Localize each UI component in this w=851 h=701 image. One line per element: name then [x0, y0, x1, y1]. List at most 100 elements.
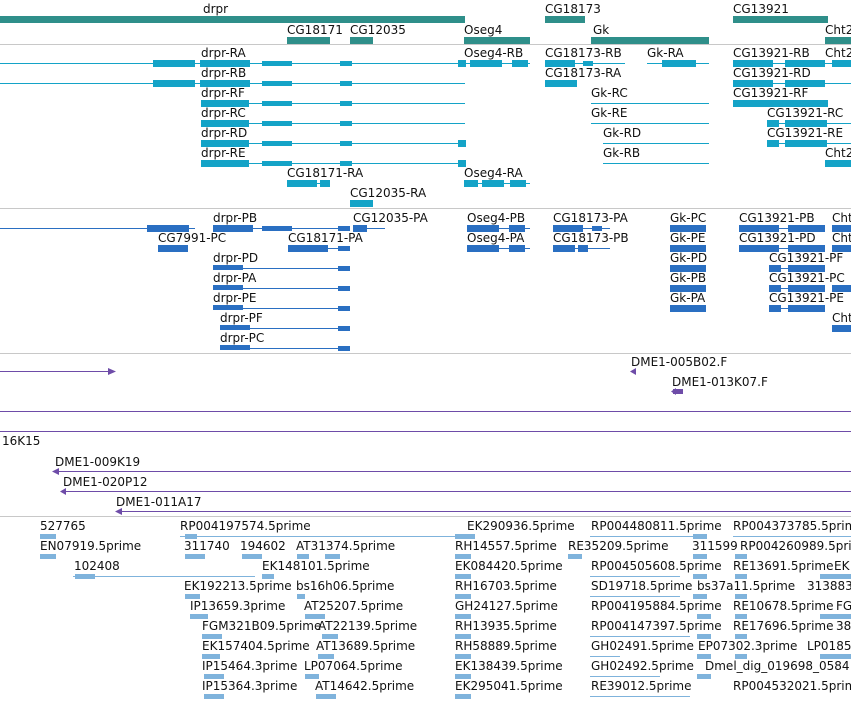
transcript-label[interactable]: CG13921-PC	[769, 271, 845, 285]
est-label[interactable]: RE39012.5prime	[591, 679, 692, 693]
transcript-label[interactable]: CG18173-RB	[545, 46, 622, 60]
transcript-label[interactable]: CG13921-RC	[767, 106, 843, 120]
transcript-label[interactable]: CG13921-RE	[767, 126, 843, 140]
gene-label[interactable]: CG13921	[733, 2, 789, 16]
est-label[interactable]: RE13691.5prime	[733, 559, 834, 573]
est-label[interactable]: RP004197574.5prime	[180, 519, 311, 533]
gene-label[interactable]: CG18171	[287, 23, 343, 37]
transcript-label[interactable]: CG13921-PB	[739, 211, 815, 225]
transcript-label[interactable]: drpr-RA	[201, 46, 247, 60]
est-label[interactable]: RP004147397.5prime	[591, 619, 722, 633]
transcript-label[interactable]: Gk-PB	[670, 271, 706, 285]
est-label[interactable]: bs16h06.5prime	[296, 579, 394, 593]
transcript-label[interactable]: Gk-PE	[670, 231, 705, 245]
gene-label[interactable]: Gk	[593, 23, 609, 37]
est-label[interactable]: 102408	[74, 559, 120, 573]
gene-label[interactable]: Cht2	[825, 23, 851, 37]
est-label[interactable]: EK084420.5prime	[455, 559, 563, 573]
est-label[interactable]: 38	[836, 619, 851, 633]
est-label[interactable]: AT14642.5prime	[315, 679, 414, 693]
est-label[interactable]: RP004373785.5prime	[733, 519, 851, 533]
transcript-label[interactable]: CG12035-PA	[353, 211, 429, 225]
transcript-label[interactable]: drpr-RE	[201, 146, 246, 160]
transcript-label[interactable]: Gk-PD	[670, 251, 707, 265]
transcript-label[interactable]: drpr-RF	[201, 86, 245, 100]
est-label[interactable]: RP004260989.5prime	[740, 539, 851, 553]
est-label[interactable]: EK192213.5prime	[184, 579, 292, 593]
transcript-label[interactable]: Gk-PA	[670, 291, 706, 305]
transcript-label[interactable]: Cht2	[825, 146, 851, 160]
est-label[interactable]: RH16703.5prime	[455, 579, 557, 593]
transcript-label[interactable]: Gk-PC	[670, 211, 706, 225]
clone-label[interactable]: DME1-011A17	[116, 495, 202, 509]
est-label[interactable]: 311599	[692, 539, 738, 553]
transcript-label[interactable]: Cht	[832, 211, 851, 225]
transcript-label[interactable]: CG13921-RB	[733, 46, 810, 60]
gene-glyph[interactable]	[545, 16, 585, 23]
est-label[interactable]: RH13935.5prime	[455, 619, 557, 633]
gene-label[interactable]: CG18173	[545, 2, 601, 16]
est-label[interactable]: IP15464.3prime	[202, 659, 297, 673]
transcript-label[interactable]: CG13921-PF	[769, 251, 843, 265]
est-label[interactable]: bs37a11.5prime	[697, 579, 795, 593]
est-label[interactable]: AT25207.5prime	[304, 599, 403, 613]
transcript-label[interactable]: CG18171-PA	[288, 231, 364, 245]
transcript-label[interactable]: CG18173-RA	[545, 66, 622, 80]
transcript-label[interactable]: drpr-PE	[213, 291, 256, 305]
est-label[interactable]: IP15364.3prime	[202, 679, 297, 693]
transcript-label[interactable]: Gk-RC	[591, 86, 628, 100]
est-label[interactable]: AT31374.5prime	[296, 539, 395, 553]
transcript-label[interactable]: CG13921-PD	[739, 231, 816, 245]
transcript-label[interactable]: CG13921-PE	[769, 291, 844, 305]
transcript-label[interactable]: Oseg4-PA	[467, 231, 525, 245]
transcript-label[interactable]: Cht2	[825, 46, 851, 60]
clone-label[interactable]: DME1-005B02.F	[631, 355, 727, 369]
transcript-label[interactable]: drpr-PD	[213, 251, 258, 265]
gene-glyph[interactable]	[287, 37, 330, 44]
clone-label[interactable]: DME1-020P12	[63, 475, 148, 489]
est-label[interactable]: GH24127.5prime	[455, 599, 558, 613]
est-label[interactable]: SD19718.5prime	[591, 579, 692, 593]
transcript-label[interactable]: drpr-PC	[220, 331, 264, 345]
est-label[interactable]: GH02492.5prime	[591, 659, 694, 673]
est-label[interactable]: RP004505608.5prime	[591, 559, 722, 573]
transcript-label[interactable]: drpr-RC	[201, 106, 246, 120]
gene-label[interactable]: Oseg4	[464, 23, 502, 37]
transcript-label[interactable]: Gk-RD	[603, 126, 641, 140]
transcript-label[interactable]: CG13921-RF	[733, 86, 809, 100]
est-label[interactable]: EK138439.5prime	[455, 659, 563, 673]
transcript-label[interactable]: CG18173-PB	[553, 231, 629, 245]
gene-label[interactable]: drpr	[203, 2, 228, 16]
est-label[interactable]: GH02491.5prime	[591, 639, 694, 653]
est-label[interactable]: FG	[836, 599, 851, 613]
transcript-label[interactable]: CG18173-PA	[553, 211, 629, 225]
transcript-label[interactable]: drpr-PB	[213, 211, 257, 225]
est-label[interactable]: EK	[834, 559, 851, 573]
gene-glyph[interactable]	[350, 37, 373, 44]
est-label[interactable]: RE10678.5prime	[733, 599, 834, 613]
transcript-label[interactable]: CG12035-RA	[350, 186, 427, 200]
gene-glyph[interactable]	[733, 16, 828, 23]
est-label[interactable]: Dmel_dig_019698_0584	[705, 659, 850, 673]
est-label[interactable]: EN07919.5prime	[40, 539, 141, 553]
transcript-label[interactable]: drpr-PA	[213, 271, 257, 285]
transcript-label[interactable]: drpr-RD	[201, 126, 247, 140]
transcript-label[interactable]: CG7991-PC	[158, 231, 226, 245]
est-label[interactable]: LP0185	[807, 639, 851, 653]
est-label[interactable]: FGM321B09.5prime	[202, 619, 321, 633]
est-label[interactable]: EP07302.3prime	[698, 639, 797, 653]
gene-glyph[interactable]	[591, 37, 709, 44]
est-label[interactable]: RP004532021.5prime	[733, 679, 851, 693]
gene-glyph[interactable]	[825, 37, 851, 44]
clone-label[interactable]: 16K15	[2, 434, 40, 448]
clone-label[interactable]: DME1-009K19	[55, 455, 140, 469]
est-label[interactable]: IP13659.3prime	[190, 599, 285, 613]
transcript-label[interactable]: drpr-PF	[220, 311, 263, 325]
transcript-label[interactable]: CG18171-RA	[287, 166, 364, 180]
transcript-label[interactable]: CG13921-RD	[733, 66, 811, 80]
est-label[interactable]: LP07064.5prime	[304, 659, 403, 673]
transcript-label[interactable]: Oseg4-RB	[464, 46, 523, 60]
est-label[interactable]: AT22139.5prime	[318, 619, 417, 633]
est-label[interactable]: RP004480811.5prime	[591, 519, 722, 533]
gene-glyph[interactable]	[464, 37, 530, 44]
